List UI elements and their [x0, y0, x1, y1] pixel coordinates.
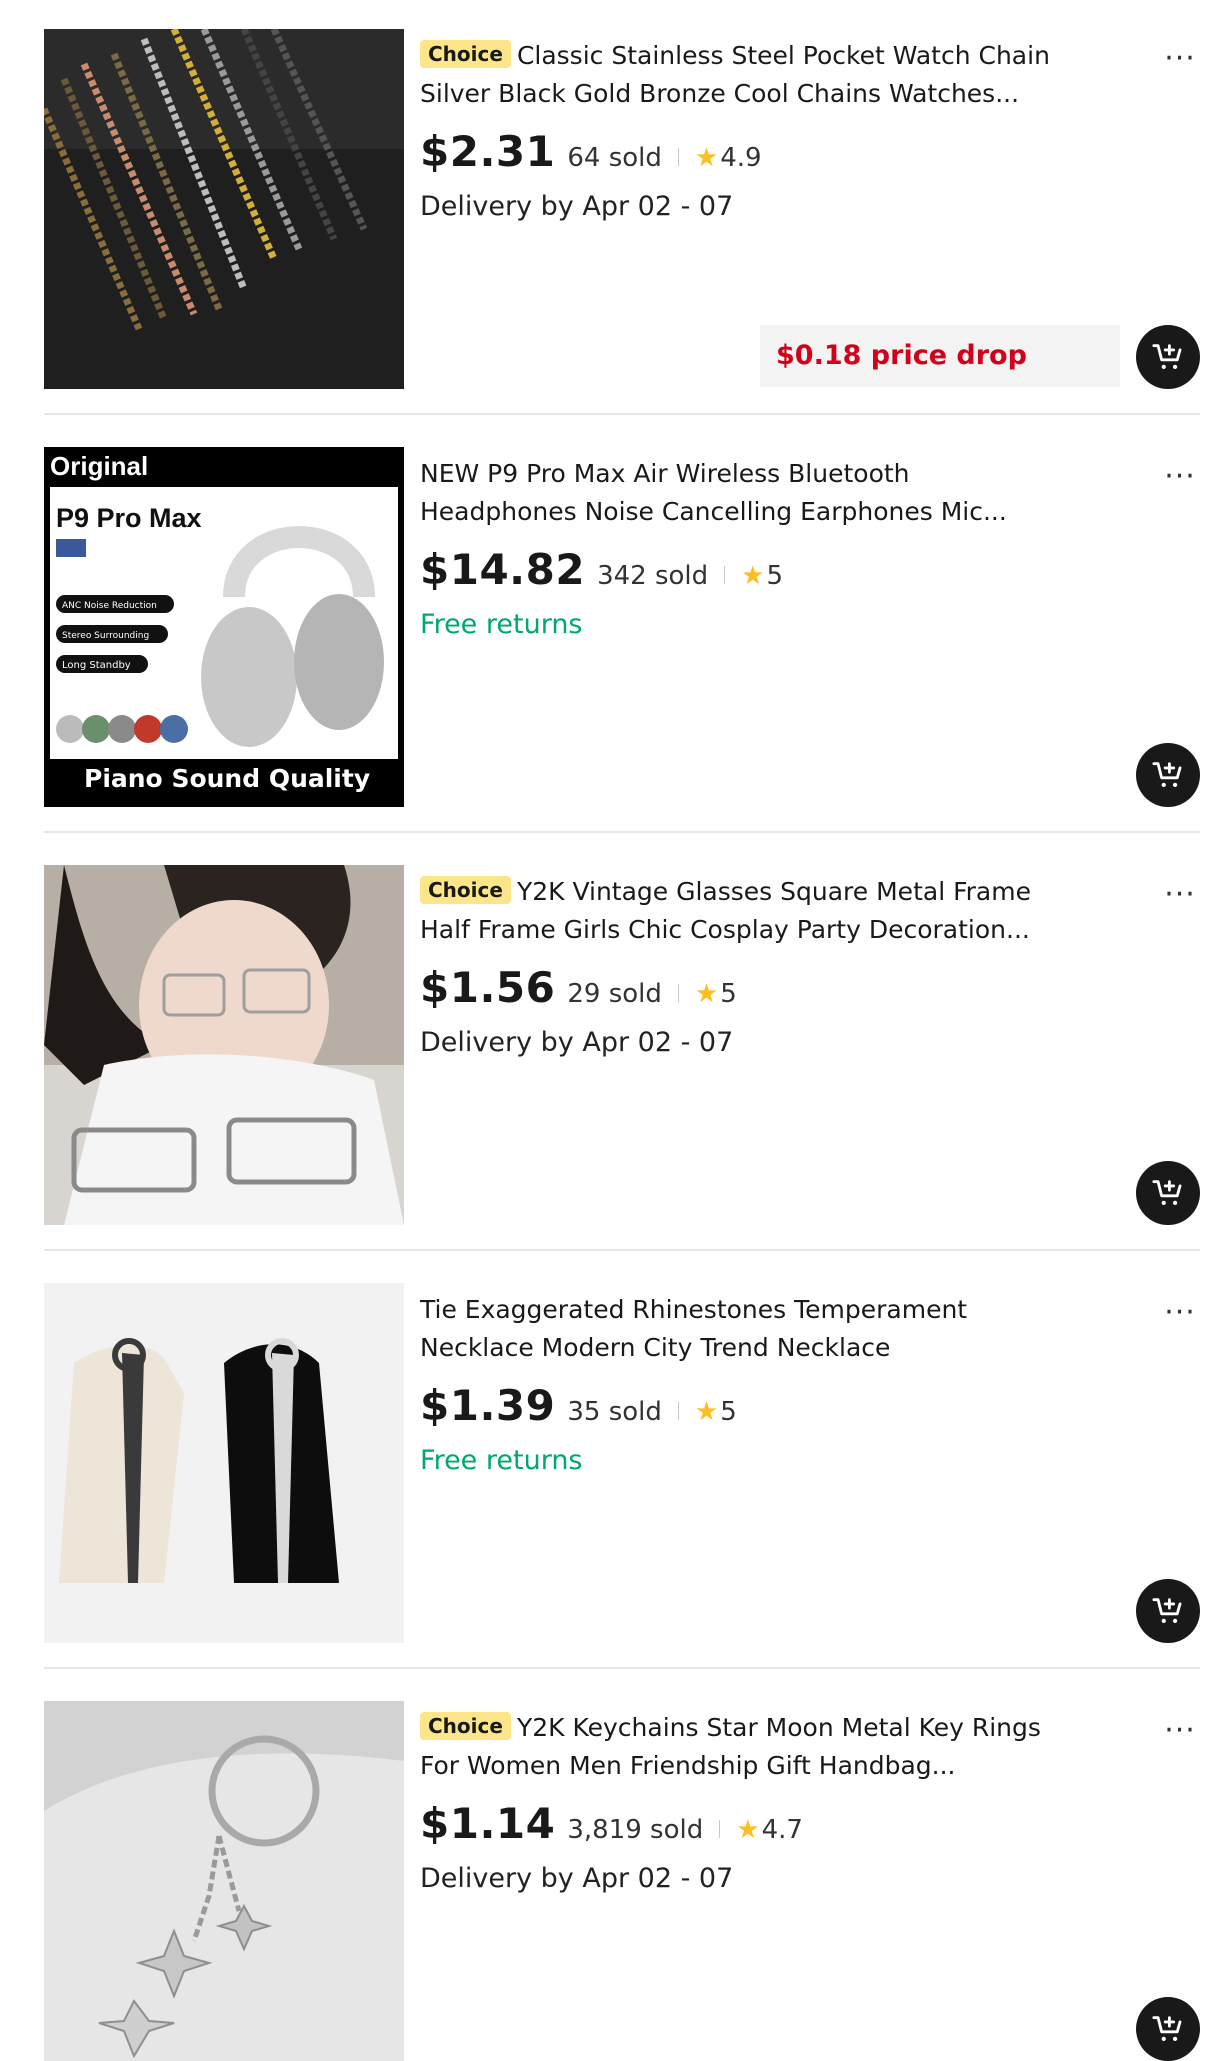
divider [677, 1402, 679, 1420]
product-card[interactable]: Choice Y2K Keychains Star Moon Metal Key … [44, 1701, 1200, 2061]
product-image[interactable] [44, 865, 404, 1225]
price: $14.82 [420, 545, 586, 594]
divider [677, 984, 679, 1002]
divider [44, 413, 1200, 415]
sold-count: 64 sold [567, 143, 662, 173]
image-caption-text: Piano Sound Quality [84, 764, 370, 793]
star-icon: ★ [736, 1815, 760, 1845]
delivery-info: Delivery by Apr 02 - 07 [420, 1863, 734, 1894]
free-returns-label: Free returns [420, 609, 583, 640]
glasses-image [44, 865, 404, 1225]
free-returns-label: Free returns [420, 1445, 583, 1476]
product-info: NEW P9 Pro Max Air Wireless Bluetooth He… [420, 447, 1060, 640]
add-to-cart-button[interactable] [1136, 1161, 1200, 1225]
rating: 4.7 [761, 1815, 803, 1845]
rating: 4.9 [720, 143, 762, 173]
price: $1.39 [420, 1381, 556, 1430]
image-tag-text: Original [50, 451, 148, 481]
choice-badge: Choice [420, 40, 511, 68]
product-title[interactable]: Choice Y2K Keychains Star Moon Metal Key … [420, 1709, 1060, 1785]
product-info: Choice Y2K Vintage Glasses Square Metal F… [420, 865, 1060, 1058]
product-info: Choice Classic Stainless Steel Pocket Wat… [420, 29, 1060, 222]
cart-plus-icon [1152, 762, 1182, 788]
product-info: Tie Exaggerated Rhinestones Temperament … [420, 1283, 1060, 1476]
image-model-text: P9 Pro Max [56, 503, 202, 533]
watch-chains-image [44, 29, 404, 389]
rating: 5 [766, 561, 784, 591]
more-options-icon[interactable]: ··· [1160, 44, 1200, 79]
product-image[interactable] [44, 1283, 404, 1643]
more-options-icon[interactable]: ··· [1160, 1298, 1200, 1333]
price-drop-label: $0.18 price drop [760, 325, 1120, 387]
price-row: $14.82 342 sold ★ 5 [420, 545, 1060, 595]
product-image[interactable] [44, 1701, 404, 2061]
star-keychain-image [44, 1701, 404, 2061]
more-options-icon[interactable]: ··· [1160, 880, 1200, 915]
price-row: $1.14 3,819 sold ★ 4.7 [420, 1799, 1060, 1849]
price: $1.14 [420, 1799, 556, 1848]
divider [44, 1249, 1200, 1251]
star-icon: ★ [694, 1397, 719, 1427]
image-feature-text: Stereo Surrounding [62, 631, 149, 641]
cart-plus-icon [1152, 2016, 1182, 2042]
price: $2.31 [420, 127, 556, 176]
add-to-cart-button[interactable] [1136, 743, 1200, 807]
product-title[interactable]: Choice Y2K Vintage Glasses Square Metal F… [420, 873, 1060, 949]
divider [44, 1667, 1200, 1669]
star-icon: ★ [694, 143, 719, 173]
divider [719, 1820, 721, 1838]
image-feature-text: Long Standby [62, 660, 131, 671]
product-card[interactable]: Choice Classic Stainless Steel Pocket Wat… [44, 29, 1200, 415]
rhinestone-tie-image [44, 1283, 404, 1643]
rating: 5 [720, 1397, 737, 1427]
divider [724, 566, 726, 584]
product-card[interactable]: Choice Y2K Vintage Glasses Square Metal F… [44, 865, 1200, 1251]
rating: 5 [720, 979, 737, 1009]
sold-count: 29 sold [567, 979, 662, 1009]
more-options-icon[interactable]: ··· [1160, 1716, 1200, 1751]
star-icon: ★ [741, 561, 765, 591]
delivery-info: Delivery by Apr 02 - 07 [420, 1027, 734, 1058]
more-options-icon[interactable]: ··· [1160, 462, 1200, 497]
add-to-cart-button[interactable] [1136, 1579, 1200, 1643]
delivery-info: Delivery by Apr 02 - 07 [420, 191, 734, 222]
add-to-cart-button[interactable] [1136, 1997, 1200, 2061]
price-row: $2.31 64 sold ★ 4.9 [420, 127, 1060, 177]
image-feature-text: ANC Noise Reduction [62, 601, 157, 611]
product-card[interactable]: Original P9 Pro Max ANC Noise Reduction … [44, 447, 1200, 833]
product-title[interactable]: Tie Exaggerated Rhinestones Temperament … [420, 1291, 1060, 1367]
product-title[interactable]: NEW P9 Pro Max Air Wireless Bluetooth He… [420, 455, 1060, 531]
choice-badge: Choice [420, 876, 511, 904]
product-title[interactable]: Choice Classic Stainless Steel Pocket Wat… [420, 37, 1060, 113]
product-image[interactable] [44, 29, 404, 389]
cart-plus-icon [1152, 1180, 1182, 1206]
cart-plus-icon [1152, 1598, 1182, 1624]
sold-count: 35 sold [567, 1397, 662, 1427]
divider [44, 831, 1200, 833]
price-row: $1.56 29 sold ★ 5 [420, 963, 1060, 1013]
product-image[interactable]: Original P9 Pro Max ANC Noise Reduction … [44, 447, 404, 807]
product-info: Choice Y2K Keychains Star Moon Metal Key … [420, 1701, 1060, 1894]
price-row: $1.39 35 sold ★ 5 [420, 1381, 1060, 1431]
choice-badge: Choice [420, 1712, 511, 1740]
price: $1.56 [420, 963, 556, 1012]
headphones-image: Original P9 Pro Max ANC Noise Reduction … [44, 447, 404, 807]
add-to-cart-button[interactable] [1136, 325, 1200, 389]
sold-count: 3,819 sold [567, 1815, 704, 1845]
sold-count: 342 sold [597, 561, 709, 591]
product-card[interactable]: Tie Exaggerated Rhinestones Temperament … [44, 1283, 1200, 1669]
cart-plus-icon [1152, 344, 1182, 370]
product-list: Choice Classic Stainless Steel Pocket Wat… [0, 0, 1219, 2061]
star-icon: ★ [694, 979, 719, 1009]
divider [677, 148, 679, 166]
